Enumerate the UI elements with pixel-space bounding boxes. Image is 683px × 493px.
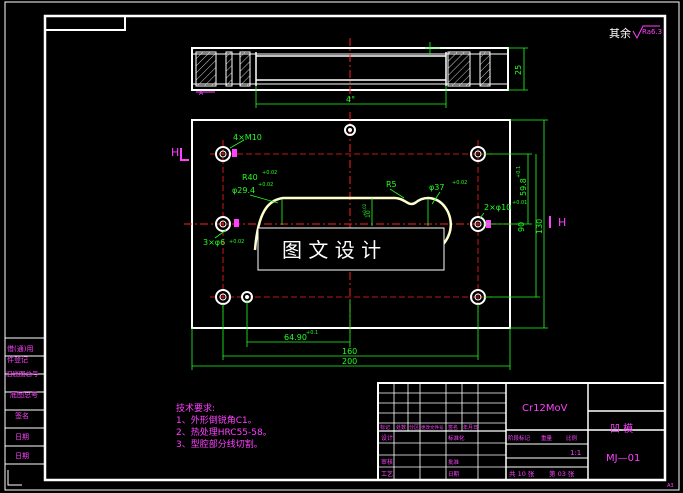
part-name: 凹 模 (610, 423, 633, 435)
revision-grid: 标记 处数 分区 更改文件号 签名 年月日 设计 审核 工艺 标准化 批准 日期 (378, 383, 506, 480)
ratio-label: 比例 (566, 434, 578, 442)
drawing-number: MJ—01 (606, 453, 640, 464)
tech-notes: 技术要求: 1、外形倒锐角C1。 2、热处理HRC55-58。 3、型腔部分线切… (176, 402, 272, 450)
tech-notes-heading: 技术要求: (176, 402, 215, 414)
top-left-tab (45, 16, 126, 31)
hatch-right (447, 51, 471, 87)
note-3xphi6-tol: +0.02 (229, 239, 244, 245)
strip-cell-1: 借(通)用 (7, 344, 33, 353)
section-label-left: H (171, 146, 179, 159)
strip-cell-2: 件登记 (7, 355, 28, 364)
hdr-change: 更改文件号 (421, 424, 444, 431)
hdr-zone: 分区 (409, 424, 419, 431)
dim-bottom-mid: 160 (342, 347, 357, 356)
watermark-text: 图 文 设 计 (282, 238, 381, 262)
weight-label: 重量 (541, 434, 553, 442)
hdr-date: 年月日 (463, 424, 478, 431)
note-4xM10: 4×M10 (233, 133, 262, 142)
dim-bottom-inner-tol: +0.1 (306, 330, 318, 336)
left-revision-strip: 借(通)用 件登记 旧底图总号 底图总号 签名 日期 日期 (4, 337, 46, 465)
hdr-sign: 签名 (448, 424, 458, 431)
roughness-value: Ra6.3 (642, 28, 662, 36)
strip-cell-4: 底图总号 (10, 390, 38, 399)
strip-cell-5: 签名 (15, 411, 29, 420)
note-bore-tol: +0.02 (452, 180, 467, 186)
note-bore: φ37 (429, 183, 444, 192)
section-label-right: H (558, 216, 566, 229)
title-block: 标记 处数 分区 更改文件号 签名 年月日 设计 审核 工艺 标准化 批准 日期… (377, 382, 666, 481)
dim-right-inner: 59.8 (519, 178, 528, 196)
strip-cell-7: 日期 (15, 452, 29, 460)
scale-value: 1:1 (570, 449, 581, 457)
hatch-left (195, 51, 217, 87)
note-cavity-dia: φ29.4 (232, 186, 255, 195)
note-r40-tol: +0.02 (262, 170, 277, 176)
hdr-count: 处数 (396, 424, 406, 431)
note-r5: R5 (386, 180, 397, 189)
tech-note-2: 2、热处理HRC55-58。 (176, 426, 272, 438)
mid-std: 标准化 (448, 434, 465, 442)
material-label: Cr12MoV (522, 403, 568, 414)
dim-bottom-inner: 64.90 (284, 333, 307, 342)
note-3xphi6: 3×φ6 (203, 238, 225, 247)
dim-right-inner-tol: +0.1 (516, 166, 522, 178)
dim-right-mid: 90 (517, 222, 526, 232)
note-cavity-dia-tol: +0.02 (258, 182, 273, 188)
strip-cell-3: 旧底图总号 (6, 369, 39, 378)
mid-approve: 批准 (448, 458, 460, 466)
strip-cell-6: 日期 (15, 433, 29, 441)
note-r40: R40 (242, 173, 258, 182)
dim-center-small-tol: +0.02 (362, 203, 367, 216)
note-2xphi10: 2×φ10 (484, 203, 511, 212)
roughness-note: 其余 (609, 26, 631, 40)
tech-note-3: 3、型腔部分线切割。 (176, 438, 263, 450)
hdr-mark: 标记 (380, 424, 390, 431)
note-2xphi10-tol: +0.01 (512, 200, 527, 206)
section-view: 25 4° A (191, 38, 528, 108)
dim-top-width: 4° (346, 95, 355, 104)
row-design: 设计 (381, 434, 393, 442)
plan-view: 图 文 设 计 H H 4×M10 R40 +0.02 φ29.4 +0.02 … (171, 112, 566, 370)
dim-right-outer: 130 (535, 219, 544, 234)
mid-date: 日期 (448, 471, 460, 478)
stage-label: 阶段标记 (508, 434, 531, 442)
dim-bottom-outer: 200 (342, 357, 357, 366)
sheet-size-mark: A3 (667, 483, 674, 489)
row-process: 工艺 (381, 470, 393, 478)
row-review: 审核 (381, 458, 393, 466)
tech-note-1: 1、外形倒锐角C1。 (176, 414, 257, 426)
cad-drawing-canvas: 25 4° A 其余 Ra6.3 图 文 设 计 H H 4×M10 R40 +… (4, 1, 680, 491)
section-mark: A (199, 90, 204, 97)
sheet-number: 第 03 张 (549, 469, 575, 478)
ucs-icon (7, 470, 22, 486)
sheet-total: 共 10 张 (509, 469, 535, 478)
dim-thickness: 25 (514, 65, 523, 75)
